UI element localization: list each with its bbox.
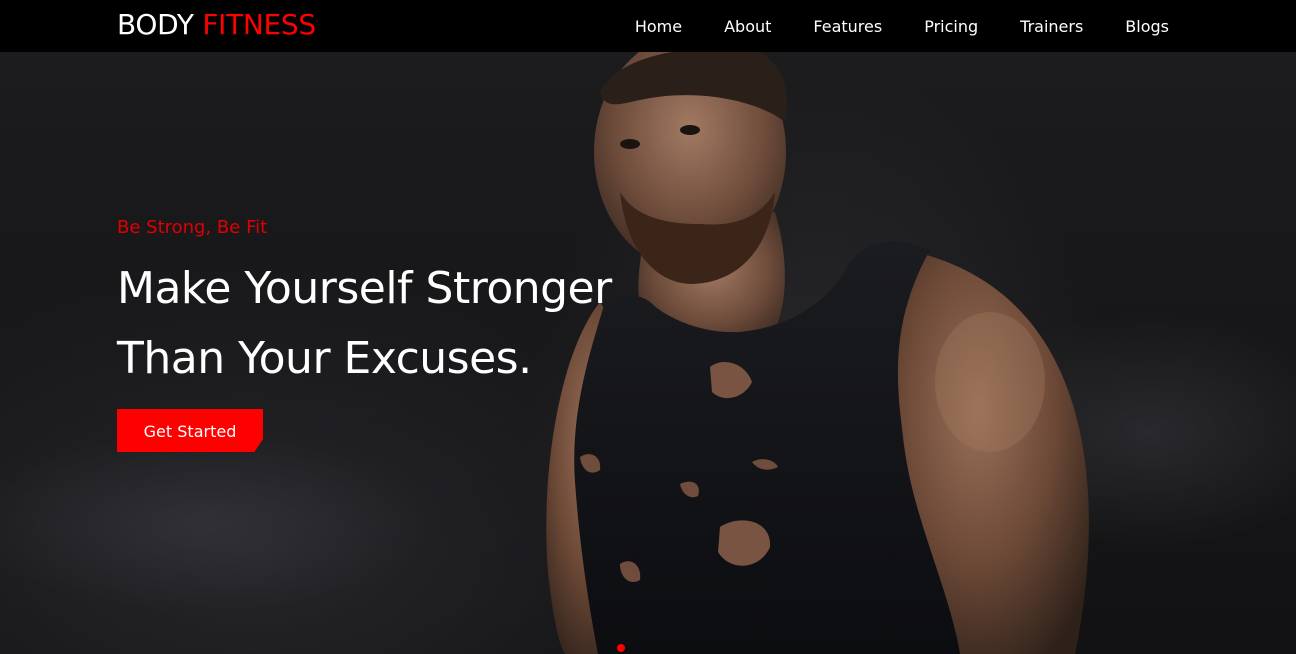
brand-logo[interactable]: BODY FITNESS <box>117 7 316 43</box>
carousel-indicator-dot[interactable] <box>617 644 625 652</box>
get-started-button[interactable]: Get Started <box>117 409 263 452</box>
landing-page: BODY FITNESS Home About Features Pricing… <box>0 0 1296 654</box>
nav-link-blogs[interactable]: Blogs <box>1125 17 1169 36</box>
nav-link-about[interactable]: About <box>724 17 771 36</box>
nav-links: Home About Features Pricing Trainers Blo… <box>593 0 1169 52</box>
hero-headline: Make Yourself Stronger Than Your Excuses… <box>117 254 612 394</box>
hero-tagline: Be Strong, Be Fit <box>117 217 268 238</box>
nav-link-trainers[interactable]: Trainers <box>1020 17 1083 36</box>
nav-link-features[interactable]: Features <box>813 17 882 36</box>
brand-text-body: BODY <box>117 8 194 41</box>
nav-link-pricing[interactable]: Pricing <box>924 17 978 36</box>
brand-text-fitness: FITNESS <box>202 8 316 41</box>
top-navbar: BODY FITNESS Home About Features Pricing… <box>0 0 1296 52</box>
hero-headline-line2: Than Your Excuses. <box>117 333 532 384</box>
hero-headline-line1: Make Yourself Stronger <box>117 263 612 314</box>
nav-link-home[interactable]: Home <box>635 17 682 36</box>
